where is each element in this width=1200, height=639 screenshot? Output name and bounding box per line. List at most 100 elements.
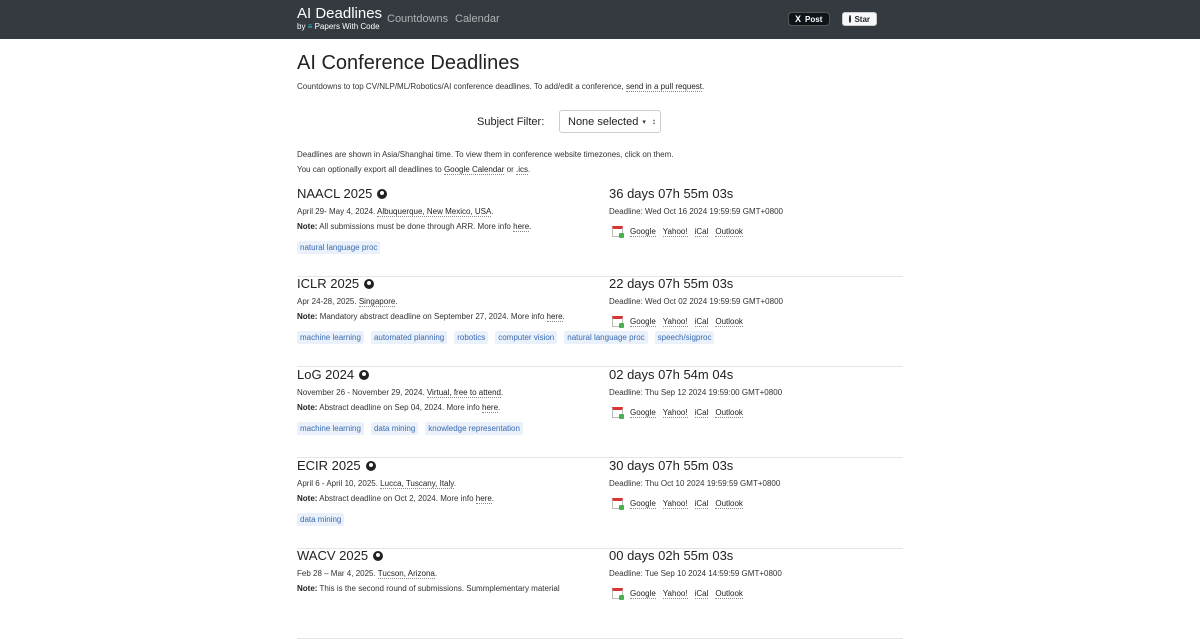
conference-item: LoG 2024 November 26 - November 29, 2024… xyxy=(297,367,903,458)
place-end: . xyxy=(500,388,504,397)
yahoo-calendar-link[interactable]: Yahoo! xyxy=(662,589,688,599)
subject-tag[interactable]: robotics xyxy=(454,331,489,344)
location-link[interactable]: Lucca, Tuscany, Italy xyxy=(380,479,454,489)
subject-tag[interactable]: natural language proc xyxy=(564,331,648,344)
note-text: Abstract deadline on Sep 04, 2024. More … xyxy=(319,403,480,412)
subject-tag[interactable]: data mining xyxy=(370,422,419,435)
subject-tag[interactable]: data mining xyxy=(297,513,345,526)
github-star-button[interactable]: Star xyxy=(842,12,877,26)
subject-tag[interactable]: automated planning xyxy=(370,331,448,344)
conference-dates: April 29- May 4, 2024. Albuquerque, New … xyxy=(297,207,494,217)
note-label: Note: xyxy=(297,494,318,503)
subject-filter-dropdown[interactable]: None selected ▾ ↕ xyxy=(559,110,661,133)
add-to-calendar-icon[interactable] xyxy=(612,588,624,600)
nav-countdowns-link[interactable]: Countdowns xyxy=(387,13,448,25)
timezone-line: Deadlines are shown in Asia/Shanghai tim… xyxy=(297,150,674,159)
globe-icon[interactable] xyxy=(377,189,388,199)
conference-name-link[interactable]: ECIR 2025 xyxy=(297,458,376,473)
subject-tag[interactable]: knowledge representation xyxy=(425,422,523,435)
conference-name-link[interactable]: ICLR 2025 xyxy=(297,276,375,291)
outlook-link[interactable]: Outlook xyxy=(715,589,743,599)
date-range: Apr 24-28, 2025. xyxy=(297,297,357,306)
globe-icon[interactable] xyxy=(365,461,376,471)
ical-link[interactable]: iCal xyxy=(694,499,709,509)
pull-request-link[interactable]: send in a pull request xyxy=(625,82,703,92)
subject-tag[interactable]: computer vision xyxy=(495,331,558,344)
brand-logo[interactable]: AI Deadlines by ≡ Papers With Code xyxy=(297,6,382,32)
x-post-button[interactable]: X Post xyxy=(788,12,830,26)
more-info-link[interactable]: here xyxy=(475,494,492,504)
google-calendar-link[interactable]: Google xyxy=(630,499,656,509)
top-navbar: AI Deadlines by ≡ Papers With Code Count… xyxy=(0,0,1200,39)
more-info-link[interactable]: here xyxy=(513,222,530,232)
conference-name: ICLR 2025 xyxy=(297,276,360,291)
google-calendar-export-link[interactable]: Google Calendar xyxy=(443,165,505,175)
subject-tag[interactable]: machine learning xyxy=(297,422,364,435)
subject-filter-label: Subject Filter: xyxy=(477,116,545,128)
globe-icon[interactable] xyxy=(373,551,384,561)
papers-with-code-icon: ≡ xyxy=(307,22,313,31)
add-to-calendar-icon[interactable] xyxy=(612,407,624,419)
more-info-link[interactable]: here xyxy=(482,403,499,413)
note-end: . xyxy=(562,312,565,321)
add-to-calendar-icon[interactable] xyxy=(612,498,624,510)
tag-list: machine learning data mining knowledge rep… xyxy=(297,422,523,435)
conference-name-link[interactable]: LoG 2024 xyxy=(297,367,370,382)
ical-link[interactable]: iCal xyxy=(694,408,709,418)
export-line: You can optionally export all deadlines … xyxy=(297,162,674,177)
outlook-link[interactable]: Outlook xyxy=(715,408,743,418)
timezone-note: Deadlines are shown in Asia/Shanghai tim… xyxy=(297,147,674,177)
ical-link[interactable]: iCal xyxy=(694,317,709,327)
conference-name: WACV 2025 xyxy=(297,548,369,563)
globe-icon[interactable] xyxy=(359,370,370,380)
google-calendar-link[interactable]: Google xyxy=(630,317,656,327)
location-link[interactable]: Tucson, Arizona xyxy=(377,569,435,579)
google-calendar-link[interactable]: Google xyxy=(630,589,656,599)
note-label: Note: xyxy=(297,312,318,321)
place-end: . xyxy=(395,297,398,306)
subject-tag[interactable]: speech/sigproc xyxy=(654,331,715,344)
brand-sub-label: Papers With Code xyxy=(314,22,380,31)
yahoo-calendar-link[interactable]: Yahoo! xyxy=(662,317,688,327)
conference-name-link[interactable]: WACV 2025 xyxy=(297,548,384,563)
conference-name-link[interactable]: NAACL 2025 xyxy=(297,186,388,201)
deadline-text: Deadline: Wed Oct 02 2024 19:59:59 GMT+0… xyxy=(609,297,783,306)
note-text: This is the second round of submissions.… xyxy=(319,584,560,593)
calendar-links: Google Yahoo! iCal Outlook xyxy=(612,316,750,328)
countdown-timer: 36 days 07h 55m 03s xyxy=(609,186,734,201)
google-calendar-link[interactable]: Google xyxy=(630,227,656,237)
caret-down-icon: ▾ xyxy=(642,118,646,126)
ical-link[interactable]: iCal xyxy=(694,589,709,599)
note-label: Note: xyxy=(297,584,318,593)
location-link[interactable]: Albuquerque, New Mexico, USA xyxy=(377,207,492,217)
x-post-label: Post xyxy=(805,14,823,24)
subject-tag[interactable]: natural language proc xyxy=(297,241,381,254)
outlook-link[interactable]: Outlook xyxy=(715,317,743,327)
date-range: Feb 28 – Mar 4, 2025. xyxy=(297,569,376,578)
google-calendar-link[interactable]: Google xyxy=(630,408,656,418)
globe-icon[interactable] xyxy=(364,279,375,289)
location-link[interactable]: Singapore xyxy=(358,297,396,307)
conference-item: WACV 2025 Feb 28 – Mar 4, 2025. Tucson, … xyxy=(297,548,903,639)
conference-note: Note: All submissions must be done throu… xyxy=(297,222,531,232)
page-title: AI Conference Deadlines xyxy=(297,52,520,74)
location-link[interactable]: Virtual, free to attend xyxy=(426,388,501,398)
ics-export-link[interactable]: .ics xyxy=(516,165,529,175)
yahoo-calendar-link[interactable]: Yahoo! xyxy=(662,408,688,418)
outlook-link[interactable]: Outlook xyxy=(715,499,743,509)
nav-calendar-link[interactable]: Calendar xyxy=(455,13,500,25)
add-to-calendar-icon[interactable] xyxy=(612,226,624,238)
place-end: . xyxy=(434,569,438,578)
ical-link[interactable]: iCal xyxy=(694,227,709,237)
date-range: November 26 - November 29, 2024. xyxy=(297,388,425,397)
conference-dates: Feb 28 – Mar 4, 2025. Tucson, Arizona. xyxy=(297,569,438,579)
yahoo-calendar-link[interactable]: Yahoo! xyxy=(662,227,688,237)
conference-name: NAACL 2025 xyxy=(297,186,373,201)
subject-tag[interactable]: machine learning xyxy=(297,331,364,344)
conference-dates: April 6 - April 10, 2025. Lucca, Tuscany… xyxy=(297,479,456,489)
yahoo-calendar-link[interactable]: Yahoo! xyxy=(662,499,688,509)
outlook-link[interactable]: Outlook xyxy=(715,227,743,237)
note-end: . xyxy=(491,494,495,503)
add-to-calendar-icon[interactable] xyxy=(612,316,624,328)
more-info-link[interactable]: here xyxy=(546,312,563,322)
